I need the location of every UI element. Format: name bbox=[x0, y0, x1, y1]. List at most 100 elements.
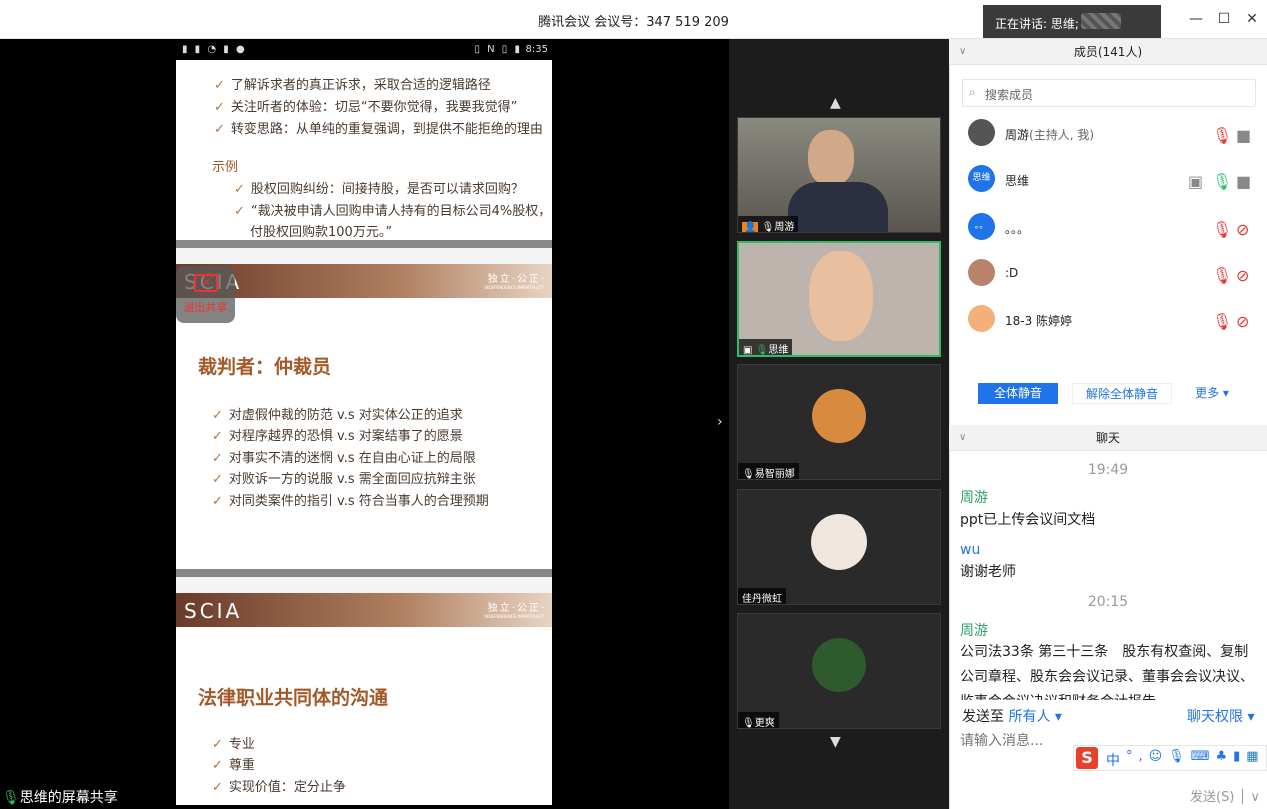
chat-message: ppt已上传会议间文档 bbox=[960, 512, 1096, 528]
scroll-down-icon[interactable]: ▼ bbox=[830, 734, 841, 750]
participant-avatar bbox=[812, 389, 866, 443]
blurred-name bbox=[1081, 13, 1121, 29]
minimize-button[interactable]: — bbox=[1186, 9, 1206, 29]
video-name: 🎙更爽 bbox=[738, 712, 779, 728]
chevron-down-icon: ∨ bbox=[959, 432, 967, 443]
maximize-button[interactable]: ☐ bbox=[1214, 9, 1234, 29]
phone-status-bar: ▮ ▮ ◔ ▮ ● ▯ N ▯ ▮ 8:35 bbox=[176, 40, 552, 60]
slide2-bullet: ✓ 对败诉一方的说服 v.s 需全面回应抗辩主张 bbox=[212, 472, 476, 487]
avatar bbox=[968, 305, 995, 332]
camera-off-icon[interactable]: ⊘ bbox=[1236, 266, 1254, 285]
slide-3: SCIA 独立·公正· INDEPENDENCE IMPARTIALITY 法律… bbox=[176, 593, 552, 805]
send-to-selector[interactable]: 发送至 所有人 ▾ bbox=[962, 706, 1062, 726]
slide2-bullet: ✓ 对同类案件的指引 v.s 符合当事人的合理预期 bbox=[212, 494, 489, 509]
camera-off-icon[interactable]: ⊘ bbox=[1236, 220, 1254, 239]
camera-off-icon[interactable]: ⊘ bbox=[1236, 312, 1254, 331]
status-icons-right: ▯ N ▯ ▮ bbox=[474, 44, 522, 55]
screen-share-icon[interactable]: ▣ bbox=[1188, 172, 1206, 191]
participant-body bbox=[788, 182, 888, 232]
slide3-bullet: ✓ 尊重 bbox=[212, 758, 255, 773]
member-row[interactable]: 思维 思维 ▣ 🎙 ■ bbox=[949, 158, 1267, 204]
participant-video bbox=[808, 130, 854, 186]
mic-muted-icon[interactable]: 🎙 bbox=[1212, 266, 1232, 285]
video-name: 👤 🎙周游 bbox=[738, 216, 799, 232]
video-name: 🎙易智丽娜 bbox=[738, 463, 799, 479]
scroll-up-icon[interactable]: ▲ bbox=[830, 95, 841, 111]
chat-time: 20:15 bbox=[1087, 594, 1129, 610]
speaking-label: 正在讲话: 思维; bbox=[995, 17, 1079, 31]
slide-motto-en: INDEPENDENCE IMPARTIALITY bbox=[484, 614, 544, 619]
slide-separator bbox=[176, 569, 552, 577]
slide1-sub-bullet: ✓ 股权回购纠纷：间接持股，是否可以请求回购？ bbox=[234, 182, 524, 197]
video-tile[interactable]: 👤 🎙周游 bbox=[737, 117, 941, 233]
exit-share-button[interactable]: ✕ 退出共享 bbox=[176, 266, 235, 323]
mic-muted-icon[interactable]: 🎙 bbox=[1212, 220, 1232, 239]
slides-view: ✓ 了解诉求者的真正诉求，采取合适的逻辑路径 ✓ 关注听者的体验：切忌“不要你觉得，… bbox=[176, 60, 552, 805]
send-button[interactable]: 发送(S) │ ∨ bbox=[1190, 786, 1260, 805]
participant-video bbox=[809, 251, 873, 341]
collapse-arrow-icon[interactable]: › bbox=[717, 414, 723, 430]
ime-tool-icons[interactable]: °,☺🎙⌨♣▮▦ bbox=[1126, 749, 1265, 764]
video-tile[interactable]: 🎙更爽 bbox=[737, 613, 941, 729]
more-button[interactable]: 更多 ▾ bbox=[1186, 383, 1238, 404]
status-time: 8:35 bbox=[525, 44, 548, 55]
slide1-bullet: ✓ 转变思路：从单纯的重复强调，到提供不能拒绝的理由 bbox=[214, 122, 543, 137]
camera-icon[interactable]: ■ bbox=[1236, 172, 1254, 191]
ime-mode[interactable]: 中 bbox=[1106, 750, 1120, 770]
close-button[interactable]: ✕ bbox=[1242, 9, 1262, 29]
mic-icon: 🎙 bbox=[2, 790, 20, 806]
chat-message: 谢谢老师 bbox=[960, 564, 1016, 580]
slide1-bullet: ✓ 了解诉求者的真正诉求，采取合适的逻辑路径 bbox=[214, 78, 491, 93]
member-row[interactable]: 周游(主持人, 我) 🎙 ■ bbox=[949, 112, 1267, 158]
slide-header-band: SCIA 独立·公正· INDEPENDENCE IMPARTIALITY bbox=[176, 593, 552, 627]
ime-logo-icon: S bbox=[1076, 747, 1098, 769]
slide-1: ✓ 了解诉求者的真正诉求，采取合适的逻辑路径 ✓ 关注听者的体验：切忌“不要你觉得，… bbox=[176, 60, 552, 240]
title-bar: 腾讯会议 会议号：347 519 209 正在讲话: 思维; — ☐ ✕ bbox=[0, 0, 1267, 39]
slide3-title: 法律职业共同体的沟通 bbox=[198, 687, 389, 709]
avatar bbox=[968, 119, 995, 146]
slide1-bullet: ✓ 关注听者的体验：切忌“不要你觉得，我要我觉得” bbox=[214, 100, 518, 115]
video-name: ▣ 🎙思维 bbox=[739, 339, 793, 355]
slide2-bullet: ✓ 对事实不清的迷惘 v.s 在自由心证上的局限 bbox=[212, 451, 476, 466]
slide3-bullet: ✓ 专业 bbox=[212, 737, 255, 752]
slide-motto: 独立·公正· bbox=[487, 274, 546, 285]
slide-motto-en: INDEPENDENCE IMPARTIALITY bbox=[484, 285, 544, 290]
member-row[interactable]: 18-3 陈婷婷 🎙 ⊘ bbox=[949, 298, 1267, 344]
participant-avatar bbox=[811, 514, 867, 570]
slide3-bullet: ✓ 实现价值：定分止争 bbox=[212, 780, 346, 795]
mic-muted-icon[interactable]: 🎙 bbox=[1212, 312, 1232, 331]
chat-permission-button[interactable]: 聊天权限 ▾ bbox=[1187, 706, 1254, 726]
scia-logo: SCIA bbox=[184, 599, 243, 623]
member-row[interactable]: :D 🎙 ⊘ bbox=[949, 252, 1267, 298]
participant-avatar bbox=[812, 638, 866, 692]
video-tile-active[interactable]: ▣ 🎙思维 bbox=[737, 241, 941, 357]
slide-separator bbox=[176, 240, 552, 248]
unmute-all-button[interactable]: 解除全体静音 bbox=[1072, 383, 1172, 404]
exit-share-icon: ✕ bbox=[194, 274, 218, 292]
member-search-input[interactable]: ⌕ 搜索成员 bbox=[962, 79, 1256, 107]
chat-message: 公司法33条 第三十三条 股东有权查阅、复制公司章程、股东会会议记录、董事会会议… bbox=[960, 644, 1254, 700]
avatar: 。。 bbox=[968, 213, 995, 240]
slide-motto: 独立·公正· bbox=[487, 603, 546, 614]
camera-icon[interactable]: ■ bbox=[1236, 126, 1254, 145]
speaking-indicator: 正在讲话: 思维; bbox=[983, 5, 1161, 38]
ime-toolbar: S 中 °,☺🎙⌨♣▮▦ bbox=[1073, 745, 1267, 771]
chat-sender: 周游 bbox=[960, 490, 988, 506]
mic-icon[interactable]: 🎙 bbox=[1212, 172, 1232, 191]
video-tile[interactable]: 🎙易智丽娜 bbox=[737, 364, 941, 480]
chat-header[interactable]: ∨ 聊天 bbox=[949, 425, 1267, 451]
video-name: 佳丹微虹 bbox=[738, 588, 786, 604]
chat-messages: 19:49 周游 ppt已上传会议间文档 wu 谢谢老师 20:15 周游 公司… bbox=[949, 452, 1267, 700]
slide1-example-heading: 示例 bbox=[212, 160, 239, 175]
avatar bbox=[968, 259, 995, 286]
mic-muted-icon[interactable]: 🎙 bbox=[1212, 126, 1232, 145]
slide2-title: 裁判者：仲裁员 bbox=[198, 356, 332, 378]
mute-all-button[interactable]: 全体静音 bbox=[978, 383, 1058, 404]
video-tile[interactable]: 佳丹微虹 bbox=[737, 489, 941, 605]
slide1-sub-line: 付股权回购款100万元。” bbox=[250, 225, 393, 240]
members-header[interactable]: ∨ 成员(141人) bbox=[949, 39, 1267, 65]
chat-sender: wu bbox=[960, 542, 981, 558]
slide2-bullet: ✓ 对程序越界的恐惧 v.s 对案结事了的愿景 bbox=[212, 429, 463, 444]
chat-time: 19:49 bbox=[1087, 462, 1129, 478]
member-row[interactable]: 。。 。。。 🎙 ⊘ bbox=[949, 206, 1267, 252]
